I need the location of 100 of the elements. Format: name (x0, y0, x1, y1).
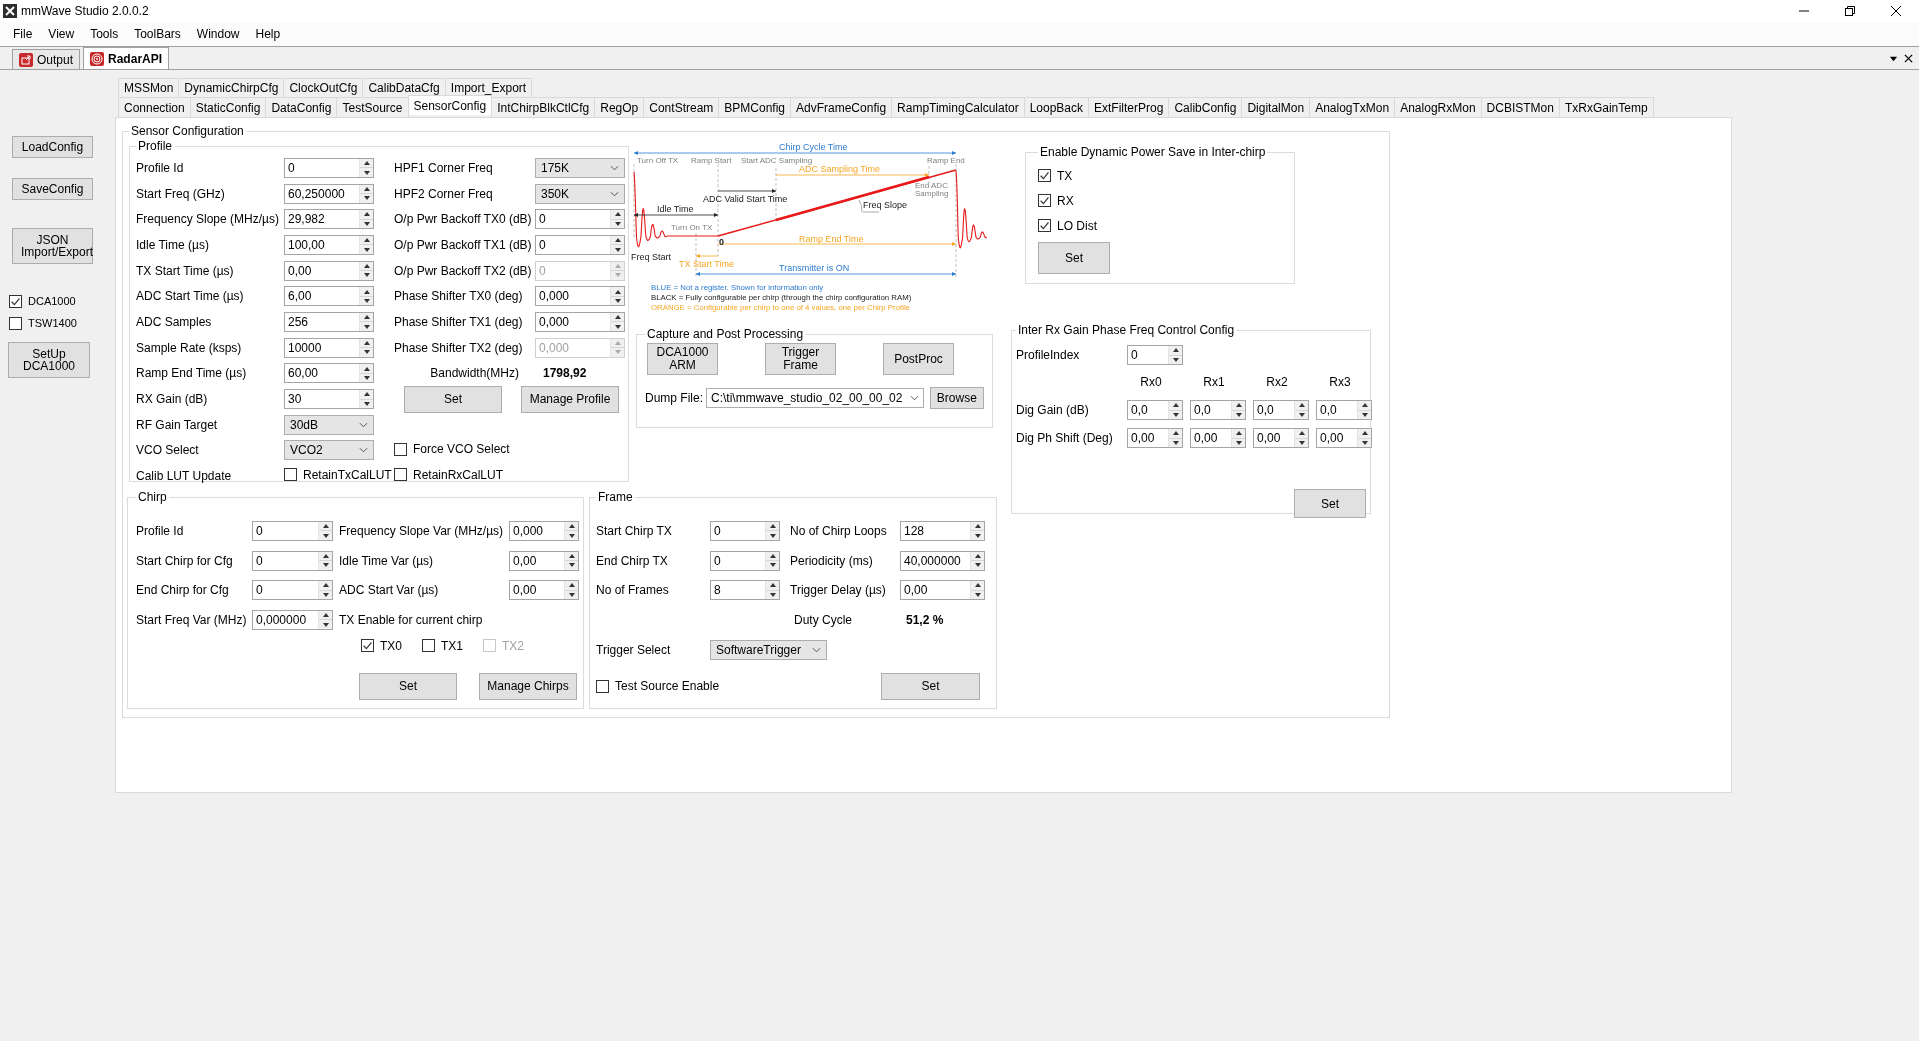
spin-box[interactable]: 0,00 (1127, 428, 1183, 448)
checkbox[interactable] (9, 316, 22, 330)
spin-box[interactable]: 0 (252, 550, 333, 571)
spin-box[interactable]: 0,00 (1316, 428, 1372, 448)
spin-box[interactable]: 0 (252, 520, 333, 541)
spin-box[interactable]: 0 (535, 234, 625, 255)
tab[interactable]: DataConfig (265, 97, 338, 117)
action-button[interactable]: Trigger Frame (765, 343, 836, 375)
sidebar-button[interactable]: LoadConfig (12, 136, 93, 158)
set-button[interactable]: Set (881, 672, 980, 700)
manage-chirps-button[interactable]: Manage Chirps (479, 672, 577, 700)
checkbox[interactable] (284, 468, 297, 482)
set-button[interactable]: Set (1294, 489, 1366, 518)
spin-box[interactable]: 256 (284, 311, 374, 332)
spin-box[interactable]: 0,000 (535, 286, 625, 307)
tab[interactable]: BPMConfig (718, 97, 791, 117)
sidebar-button[interactable]: SaveConfig (12, 178, 93, 200)
dropdown[interactable]: C:\ti\mmwave_studio_02_00_00_02 (706, 388, 924, 408)
spin-box[interactable]: 30 (284, 389, 374, 410)
spin-box[interactable]: 0,0 (1316, 400, 1372, 420)
spin-box[interactable]: 0,00 (509, 580, 579, 601)
menu-item[interactable]: Window (188, 27, 248, 41)
spin-box[interactable]: 60,00 (284, 363, 374, 384)
tab[interactable]: AnalogTxMon (1309, 97, 1396, 117)
spin-box[interactable]: 60,250000 (284, 183, 374, 204)
set-button[interactable]: Set (404, 385, 502, 413)
spin-box[interactable]: 0 (710, 520, 780, 541)
tab[interactable]: SensorConfig (407, 95, 493, 115)
menu-item[interactable]: Tools (82, 27, 127, 41)
spin-box[interactable]: 0 (252, 580, 333, 601)
spin-box[interactable]: 0 (284, 157, 374, 178)
checkbox[interactable] (1038, 194, 1051, 207)
checkbox[interactable] (9, 294, 22, 308)
menu-item[interactable]: ToolBars (126, 27, 189, 41)
tab[interactable]: CalibConfig (1168, 97, 1243, 117)
spin-box[interactable]: 0,000000 (252, 609, 333, 630)
menu-item[interactable]: View (40, 27, 83, 41)
spin-box[interactable]: 0,000 (509, 520, 579, 541)
spin-box[interactable]: 0,00 (900, 580, 985, 601)
spin-box[interactable]: 29,982 (284, 209, 374, 230)
tab[interactable]: LoopBack (1023, 97, 1090, 117)
checkbox[interactable] (422, 639, 435, 653)
menu-item[interactable]: File (5, 27, 41, 41)
setup-button[interactable]: SetUp DCA1000 (8, 342, 90, 378)
spin-box[interactable]: 0,00 (284, 260, 374, 281)
menu-item[interactable]: Help (247, 27, 289, 41)
spin-box[interactable]: 0,00 (1190, 428, 1246, 448)
tab[interactable]: IntChirpBlkCtlCfg (491, 97, 596, 117)
spin-box[interactable]: 40,000000 (900, 550, 985, 571)
tab[interactable]: Import_Export (444, 78, 533, 97)
spin-box[interactable]: 0,00 (509, 550, 579, 571)
dropdown[interactable]: 350K (535, 183, 625, 204)
dropdown[interactable]: 175K (535, 157, 625, 178)
checkbox[interactable] (1038, 169, 1051, 182)
dropdown[interactable]: 30dB (284, 414, 374, 435)
spin-box[interactable]: 0,00 (1253, 428, 1309, 448)
spin-box[interactable]: 8 (710, 580, 780, 601)
tab[interactable]: DigitalMon (1241, 97, 1311, 117)
tab[interactable]: DynamicChirpCfg (178, 78, 285, 97)
tab[interactable]: TestSource (336, 97, 409, 117)
close-icon[interactable] (1891, 6, 1901, 16)
browse-button[interactable]: Browse (929, 387, 984, 409)
document-tab[interactable]: RadarAPI (83, 47, 170, 69)
action-button[interactable]: DCA1000 ARM (647, 343, 718, 375)
manage-profile-button[interactable]: Manage Profile (521, 385, 619, 413)
spin-box[interactable]: 0 (535, 209, 625, 230)
tab[interactable]: StaticConfig (189, 97, 267, 117)
set-button[interactable]: Set (1038, 242, 1110, 274)
checkbox[interactable] (361, 639, 374, 653)
spin-box[interactable]: 10000 (284, 337, 374, 358)
dropdown[interactable]: VCO2 (284, 440, 374, 461)
tab[interactable]: ExtFilterProg (1088, 97, 1170, 117)
action-button[interactable]: PostProc (883, 343, 954, 375)
tab[interactable]: ClockOutCfg (283, 78, 364, 97)
tab[interactable]: AdvFrameConfig (790, 97, 893, 117)
tab[interactable]: RegOp (594, 97, 645, 117)
tab[interactable]: MSSMon (118, 78, 180, 97)
set-button[interactable]: Set (359, 672, 457, 700)
spin-box[interactable]: 0,0 (1190, 400, 1246, 420)
spin-box[interactable]: 0 (710, 550, 780, 571)
checkbox[interactable] (1038, 219, 1051, 232)
tab[interactable]: CalibDataCfg (362, 78, 446, 97)
tab[interactable]: RampTimingCalculator (891, 97, 1025, 117)
spin-box[interactable]: 0,0 (1127, 400, 1183, 420)
sidebar-button[interactable]: JSON Import/Export (12, 228, 93, 264)
checkbox[interactable] (394, 468, 407, 482)
spin-box[interactable]: 6,00 (284, 286, 374, 307)
tab[interactable]: AnalogRxMon (1394, 97, 1482, 117)
spin-box[interactable]: 0,0 (1253, 400, 1309, 420)
checkbox[interactable] (394, 442, 407, 456)
spin-box[interactable]: 0 (1127, 345, 1183, 365)
restore-icon[interactable] (1845, 6, 1855, 16)
dropdown[interactable]: SoftwareTrigger (710, 639, 827, 660)
tab[interactable]: TxRxGainTemp (1558, 97, 1654, 117)
document-tab[interactable]: Output (12, 49, 81, 69)
spin-box[interactable]: 128 (900, 520, 985, 541)
tab[interactable]: Connection (118, 97, 191, 117)
spin-box[interactable]: 100,00 (284, 234, 374, 255)
spin-box[interactable]: 0,000 (535, 311, 625, 332)
close-icon[interactable] (1904, 53, 1913, 63)
